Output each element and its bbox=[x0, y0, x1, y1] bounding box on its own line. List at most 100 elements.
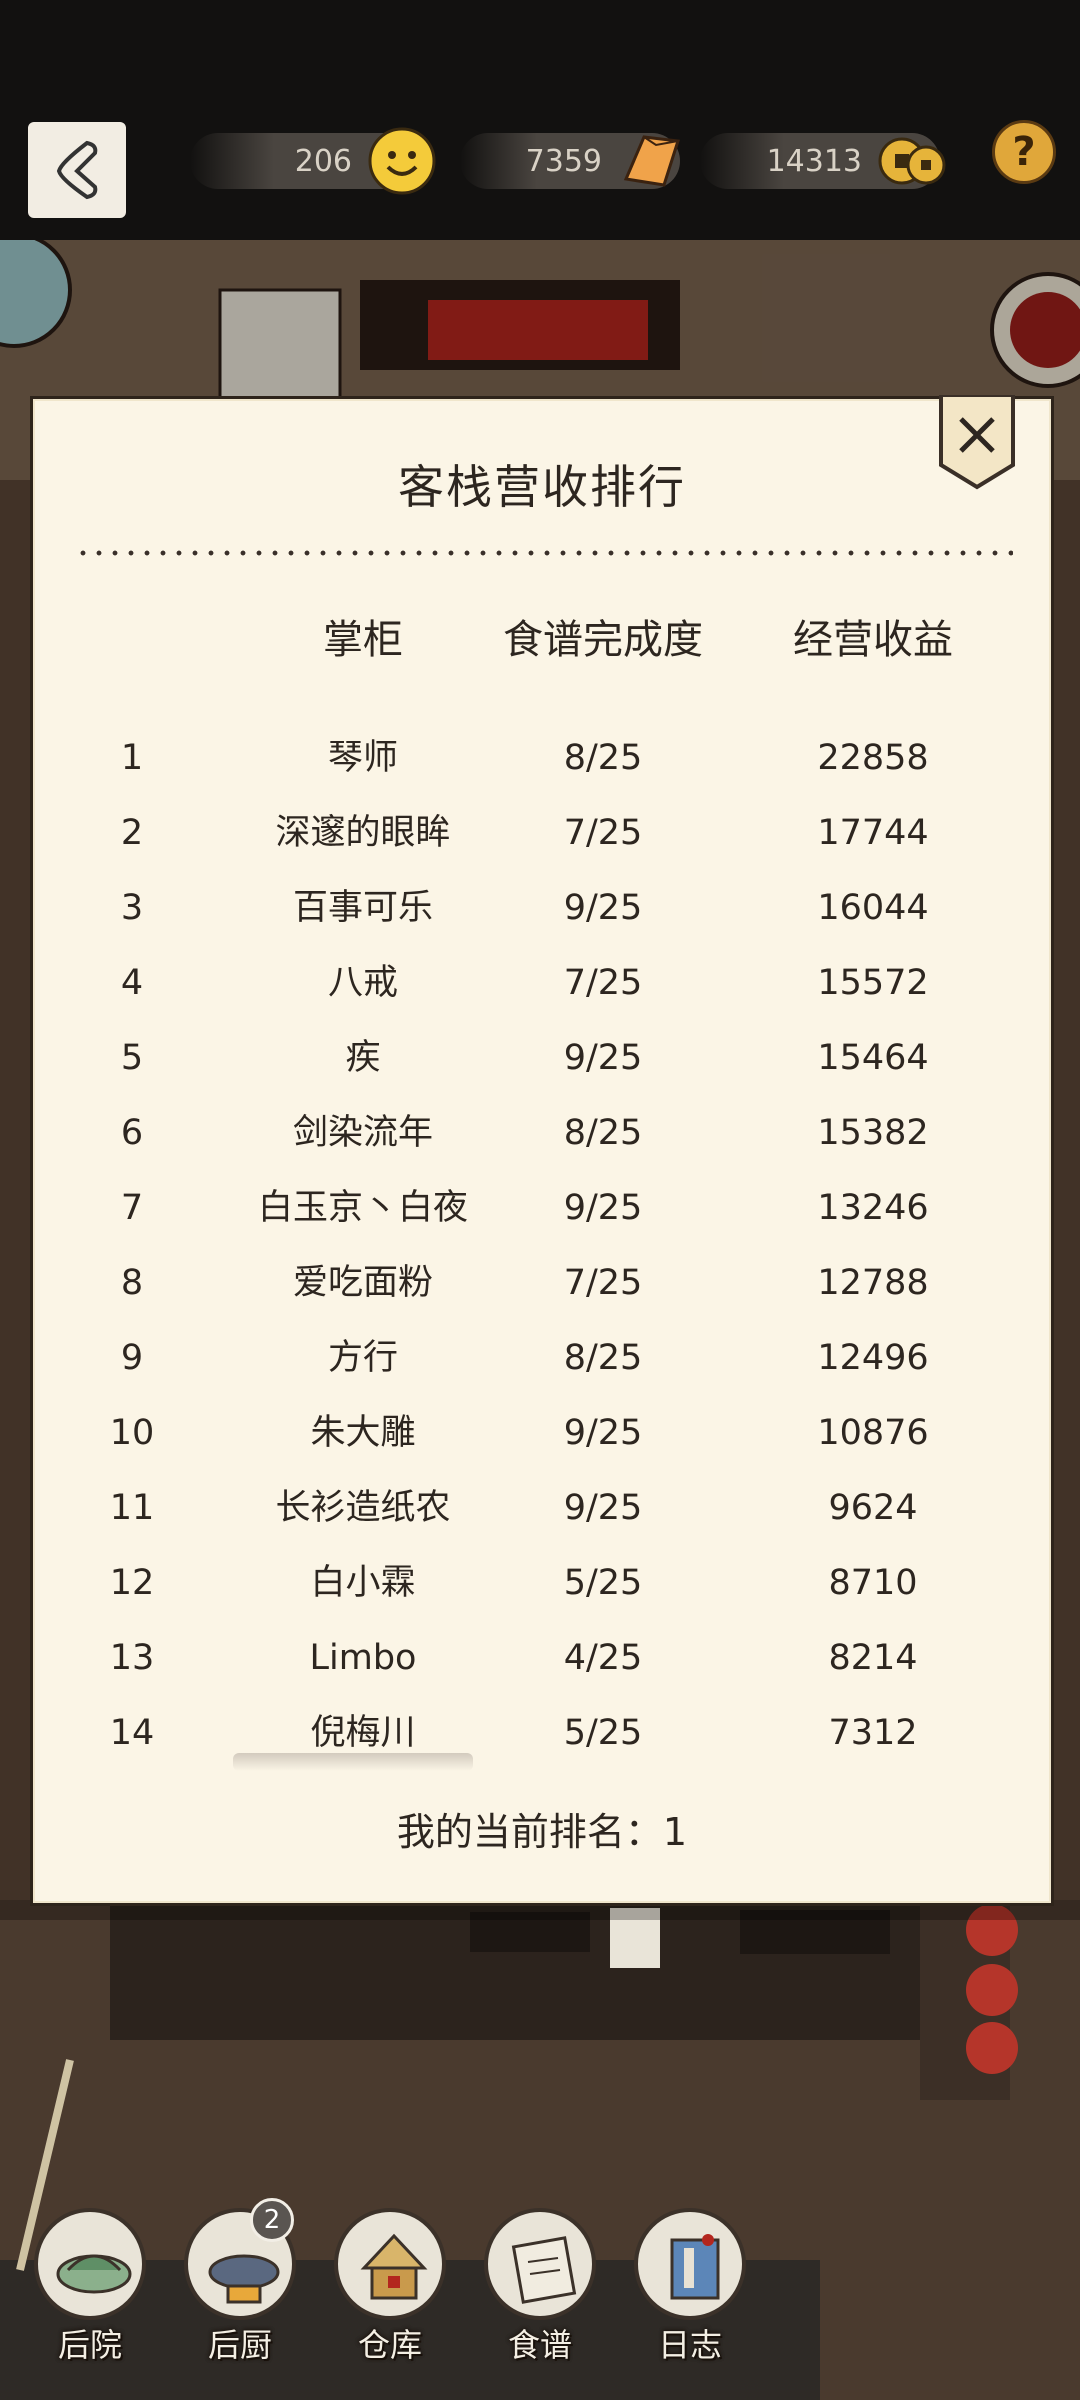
income-cell: 12788 bbox=[817, 1263, 929, 1303]
nav-icon-circle bbox=[634, 2208, 746, 2320]
nav-icon-circle bbox=[334, 2208, 446, 2320]
table-row[interactable]: 14 倪梅川 5/25 7312 bbox=[33, 1696, 1051, 1771]
dialog-title: 客栈营收排行 bbox=[398, 460, 686, 514]
income-cell: 15464 bbox=[817, 1038, 929, 1078]
help-button[interactable]: ? bbox=[992, 120, 1056, 184]
revenue-ranking-dialog: 客栈营收排行 掌柜 食谱完成度 经营收益 1 琴师 8/25 22858 2 深邃的眼眸 7… bbox=[30, 395, 1054, 1906]
rank-cell: 12 bbox=[109, 1563, 155, 1603]
manager-name-cell: 朱大雕 bbox=[310, 1413, 416, 1453]
manager-name-cell: 白小霖 bbox=[310, 1563, 416, 1603]
manager-name-cell: 爱吃面粉 bbox=[292, 1263, 433, 1303]
nav-label: 后厨 bbox=[207, 2326, 272, 2364]
rank-cell: 7 bbox=[120, 1188, 144, 1228]
recipe-completion-cell: 9/25 bbox=[563, 1038, 643, 1078]
income-cell: 12496 bbox=[817, 1338, 929, 1378]
table-row[interactable]: 4 八戒 7/25 15572 bbox=[33, 946, 1051, 1021]
close-button[interactable] bbox=[937, 395, 1017, 491]
table-row[interactable]: 2 深邃的眼眸 7/25 17744 bbox=[33, 796, 1051, 871]
gold-counter: 7359 bbox=[460, 133, 680, 189]
gold-value: 7359 bbox=[525, 143, 602, 179]
manager-name-cell: 琴师 bbox=[327, 738, 398, 778]
income-cell: 15382 bbox=[817, 1113, 929, 1153]
header-income: 经营收益 bbox=[793, 617, 953, 663]
income-cell: 17744 bbox=[817, 813, 929, 853]
recipe-completion-cell: 9/25 bbox=[563, 1413, 643, 1453]
rank-cell: 1 bbox=[120, 738, 144, 778]
courtyard-icon bbox=[56, 2254, 132, 2294]
reputation-counter: 206 bbox=[190, 127, 436, 195]
back-button[interactable] bbox=[28, 122, 126, 218]
recipe-completion-cell: 9/25 bbox=[563, 1188, 643, 1228]
income-cell: 10876 bbox=[817, 1413, 929, 1453]
recipe-book-icon bbox=[511, 2236, 577, 2304]
table-row[interactable]: 12 白小霖 5/25 8710 bbox=[33, 1546, 1051, 1621]
table-row[interactable]: 13 Limbo 4/25 8214 bbox=[33, 1621, 1051, 1696]
recipe-completion-cell: 9/25 bbox=[563, 888, 643, 928]
my-current-rank: 我的当前排名：1 bbox=[396, 1810, 688, 1854]
table-row[interactable]: 10 朱大雕 9/25 10876 bbox=[33, 1396, 1051, 1471]
nav-icon-circle bbox=[34, 2208, 146, 2320]
nav-item-kitchen-wok[interactable]: 后厨 2 bbox=[180, 2198, 300, 2398]
recipe-completion-cell: 5/25 bbox=[563, 1563, 643, 1603]
manager-name-cell: 白玉京丶白夜 bbox=[257, 1188, 468, 1228]
nav-item-courtyard[interactable]: 后院 bbox=[30, 2208, 150, 2398]
gold-bar-icon bbox=[623, 135, 680, 187]
notification-badge: 2 bbox=[250, 2198, 294, 2242]
manager-name-cell: 深邃的眼眸 bbox=[275, 813, 451, 853]
rank-cell: 4 bbox=[120, 963, 144, 1003]
manager-name-cell: 长衫造纸农 bbox=[275, 1488, 451, 1528]
recipe-completion-cell: 7/25 bbox=[563, 1263, 643, 1303]
manager-name-cell: 剑染流年 bbox=[292, 1113, 433, 1153]
income-cell: 22858 bbox=[817, 738, 929, 778]
income-cell: 9624 bbox=[828, 1488, 918, 1528]
nav-icon-circle bbox=[484, 2208, 596, 2320]
recipe-completion-cell: 7/25 bbox=[563, 813, 643, 853]
manager-name-cell: 疾 bbox=[345, 1038, 381, 1078]
recipe-completion-cell: 9/25 bbox=[563, 1488, 643, 1528]
rank-cell: 14 bbox=[109, 1713, 155, 1753]
reputation-value: 206 bbox=[294, 143, 352, 179]
table-row[interactable]: 11 长衫造纸农 9/25 9624 bbox=[33, 1471, 1051, 1546]
log-book-icon bbox=[670, 2234, 720, 2300]
smiley-icon bbox=[368, 127, 436, 195]
nav-item-warehouse[interactable]: 仓库 bbox=[330, 2208, 450, 2398]
rank-cell: 3 bbox=[120, 888, 144, 928]
rank-cell: 10 bbox=[109, 1413, 155, 1453]
rank-cell: 5 bbox=[120, 1038, 144, 1078]
warehouse-icon bbox=[360, 2233, 428, 2300]
table-row[interactable]: 3 百事可乐 9/25 16044 bbox=[33, 871, 1051, 946]
nav-label: 食谱 bbox=[507, 2326, 572, 2364]
recipe-completion-cell: 5/25 bbox=[563, 1713, 643, 1753]
manager-name-cell: 八戒 bbox=[327, 963, 398, 1003]
rank-cell: 6 bbox=[120, 1113, 144, 1153]
nav-item-log-book[interactable]: 日志 bbox=[630, 2208, 750, 2398]
coins-value: 14313 bbox=[766, 143, 862, 179]
recipe-completion-cell: 8/25 bbox=[563, 1113, 643, 1153]
nav-label: 后院 bbox=[57, 2326, 122, 2364]
recipe-completion-cell: 8/25 bbox=[563, 1338, 643, 1378]
income-cell: 15572 bbox=[817, 963, 929, 1003]
header-recipe-completion: 食谱完成度 bbox=[503, 617, 703, 663]
rank-cell: 9 bbox=[120, 1338, 144, 1378]
table-row[interactable]: 7 白玉京丶白夜 9/25 13246 bbox=[33, 1171, 1051, 1246]
manager-name-cell: 百事可乐 bbox=[292, 888, 433, 928]
nav-label: 日志 bbox=[657, 2326, 722, 2364]
income-cell: 8214 bbox=[828, 1638, 918, 1678]
table-row[interactable]: 6 剑染流年 8/25 15382 bbox=[33, 1096, 1051, 1171]
nav-item-recipe-book[interactable]: 食谱 bbox=[480, 2208, 600, 2398]
manager-name-cell: Limbo bbox=[309, 1638, 417, 1678]
recipe-completion-cell: 4/25 bbox=[563, 1638, 643, 1678]
nav-label: 仓库 bbox=[357, 2326, 422, 2364]
rank-cell: 8 bbox=[120, 1263, 144, 1303]
table-row[interactable]: 9 方行 8/25 12496 bbox=[33, 1321, 1051, 1396]
manager-name-cell: 方行 bbox=[327, 1338, 398, 1378]
back-arrow-icon bbox=[56, 140, 98, 200]
recipe-completion-cell: 8/25 bbox=[563, 738, 643, 778]
table-row[interactable]: 1 琴师 8/25 22858 bbox=[33, 721, 1051, 796]
table-row[interactable]: 8 爱吃面粉 7/25 12788 bbox=[33, 1246, 1051, 1321]
dotted-divider bbox=[75, 549, 1013, 557]
table-row[interactable]: 5 疾 9/25 15464 bbox=[33, 1021, 1051, 1096]
copper-coins-icon bbox=[878, 137, 946, 185]
question-icon: ? bbox=[1012, 129, 1036, 175]
income-cell: 7312 bbox=[828, 1713, 918, 1753]
